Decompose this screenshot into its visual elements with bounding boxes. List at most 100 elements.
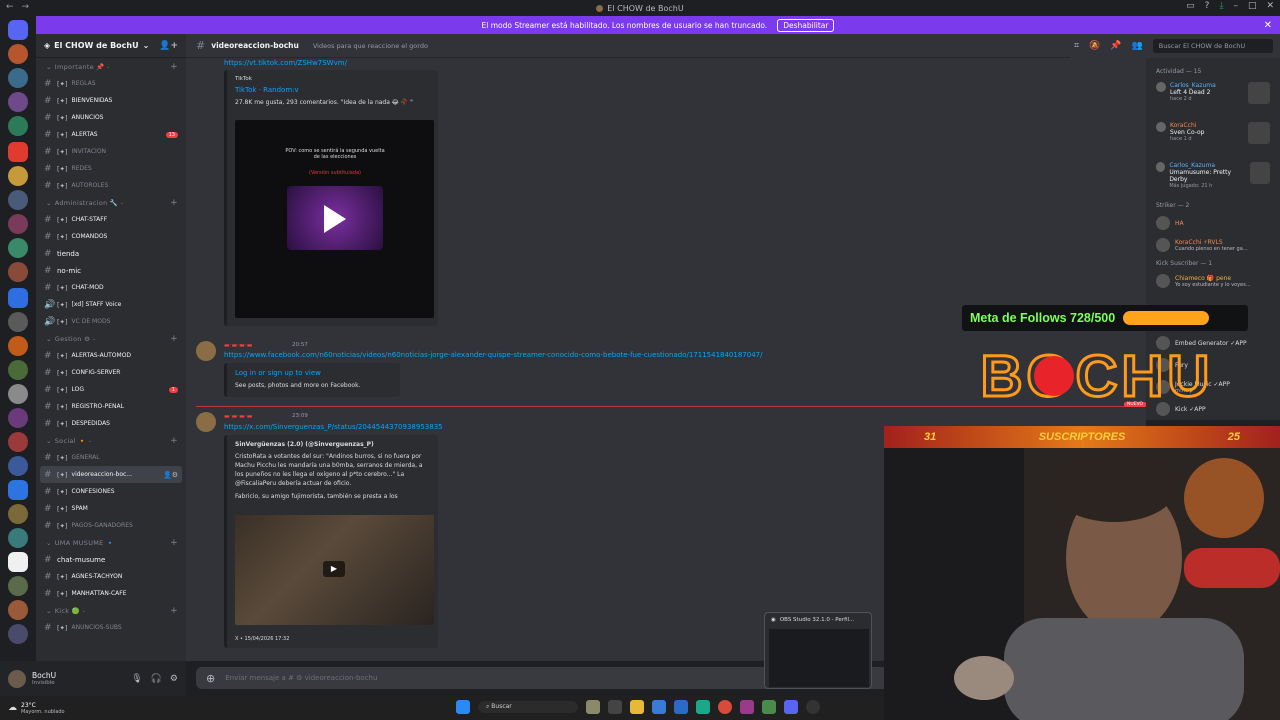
server-icon[interactable] bbox=[8, 116, 28, 136]
channel-item[interactable]: # [✦] AGNES-TACHYON bbox=[36, 568, 186, 585]
download-icon[interactable]: ⤓ bbox=[1219, 1, 1223, 11]
windows-start-icon[interactable] bbox=[456, 700, 470, 714]
server-icon[interactable] bbox=[8, 456, 28, 476]
help-icon[interactable]: ? bbox=[1205, 1, 1210, 11]
server-icon[interactable] bbox=[8, 480, 28, 500]
server-icon[interactable] bbox=[8, 238, 28, 258]
discord-home-icon[interactable] bbox=[8, 20, 28, 40]
app-icon[interactable] bbox=[762, 700, 776, 714]
store-icon[interactable] bbox=[652, 700, 666, 714]
server-icon[interactable] bbox=[8, 528, 28, 548]
server-icon[interactable] bbox=[8, 166, 28, 186]
member-list-icon[interactable]: 👥 bbox=[1132, 41, 1143, 51]
channel-category[interactable]: ⌄ UMA MUSUME 🔹 + bbox=[36, 534, 186, 551]
add-channel-icon[interactable]: + bbox=[170, 538, 178, 548]
inbox-icon[interactable]: ▭ bbox=[1186, 1, 1195, 11]
widgets-icon[interactable] bbox=[586, 700, 600, 714]
channel-item[interactable]: # [✦] MANHATTAN-CAFE bbox=[36, 585, 186, 602]
headphones-icon[interactable]: 🎧 bbox=[151, 674, 162, 684]
server-icon[interactable] bbox=[8, 336, 28, 356]
channel-item[interactable]: # [✦] AUTOROLES bbox=[36, 177, 186, 194]
channel-item[interactable]: # [✦] ALERTAS-AUTOMOD bbox=[36, 347, 186, 364]
avatar[interactable] bbox=[196, 412, 216, 432]
server-icon[interactable] bbox=[8, 624, 28, 644]
channel-item[interactable]: # [✦] LOG 1 bbox=[36, 381, 186, 398]
file-explorer-icon[interactable] bbox=[630, 700, 644, 714]
back-arrow-icon[interactable]: ← bbox=[6, 2, 14, 12]
threads-icon[interactable]: ⌗ bbox=[1074, 41, 1079, 51]
channel-category[interactable]: ⌄ Gestion ⚙ - + bbox=[36, 330, 186, 347]
server-icon[interactable] bbox=[8, 190, 28, 210]
weather-widget[interactable]: ☁ 23°C Mayorm. nublado bbox=[0, 702, 65, 715]
maximize-icon[interactable]: □ bbox=[1248, 1, 1257, 11]
server-icon[interactable] bbox=[8, 92, 28, 112]
embed-title[interactable]: Log in or sign up to view bbox=[235, 369, 392, 377]
channel-category[interactable]: ⌄ Kick 🟢 - + bbox=[36, 602, 186, 619]
server-icon[interactable] bbox=[8, 552, 28, 572]
add-channel-icon[interactable]: + bbox=[170, 334, 178, 344]
server-icon[interactable] bbox=[8, 44, 28, 64]
server-icon[interactable] bbox=[8, 600, 28, 620]
channel-item[interactable]: # tienda bbox=[36, 245, 186, 262]
play-icon[interactable] bbox=[323, 205, 346, 233]
activity-card[interactable]: Carlos_Kazuma Umamusume: Pretty Derby Más … bbox=[1146, 158, 1280, 198]
add-user-icon[interactable]: 👤+ bbox=[159, 41, 178, 51]
chrome-icon[interactable] bbox=[718, 700, 732, 714]
avatar[interactable] bbox=[196, 341, 216, 361]
message-author[interactable]: ▬·▬·▬·▬ bbox=[224, 342, 252, 349]
message-author[interactable]: ▬·▬·▬·▬ bbox=[224, 413, 252, 420]
channel-item[interactable]: # [✦] COMANDOS bbox=[36, 228, 186, 245]
channel-item[interactable]: # [✦] BIENVENIDAS bbox=[36, 92, 186, 109]
server-icon[interactable] bbox=[8, 408, 28, 428]
channel-item[interactable]: # [✦] ALERTAS 13 bbox=[36, 126, 186, 143]
embed-author[interactable]: SinVergüenzas (2.0) (@Sinverguenzas_P) bbox=[235, 441, 430, 448]
channel-item[interactable]: # [✦] DESPEDIDAS bbox=[36, 415, 186, 432]
channel-topic[interactable]: Videos para que reaccione el gordo bbox=[313, 42, 428, 50]
microphone-icon[interactable]: 🎙 bbox=[131, 674, 142, 684]
member-item[interactable]: Chiameco 🎁 pene Yo soy estudiante y lo vo… bbox=[1146, 270, 1280, 292]
minimize-icon[interactable]: – bbox=[1233, 1, 1238, 11]
add-channel-icon[interactable]: + bbox=[170, 606, 178, 616]
channel-item[interactable]: # [✦] ANUNCIOS bbox=[36, 109, 186, 126]
channel-item[interactable]: # [✦] GENERAL bbox=[36, 449, 186, 466]
channel-item[interactable]: # [✦] INVITACION bbox=[36, 143, 186, 160]
server-icon[interactable] bbox=[8, 576, 28, 596]
server-icon[interactable] bbox=[8, 504, 28, 524]
server-icon[interactable] bbox=[8, 288, 28, 308]
channel-item[interactable]: # [✦] CONFIG-SERVER bbox=[36, 364, 186, 381]
channel-item[interactable]: # [✦] videoreaccion-boc... 👤⚙ bbox=[40, 466, 182, 483]
mail-icon[interactable] bbox=[674, 700, 688, 714]
video-play-icon[interactable]: ▶ bbox=[323, 561, 345, 577]
video-thumbnail[interactable]: ▶ bbox=[235, 515, 434, 625]
member-item[interactable]: HA bbox=[1146, 212, 1280, 234]
banner-close-icon[interactable]: ✕ bbox=[1264, 20, 1272, 31]
task-view-icon[interactable] bbox=[608, 700, 622, 714]
channel-item[interactable]: # [✦] CHAT-MOD bbox=[36, 279, 186, 296]
notification-bell-icon[interactable]: 🔕 bbox=[1089, 41, 1100, 51]
pin-icon[interactable]: 📌 bbox=[1110, 41, 1121, 51]
channel-category[interactable]: ⌄ Importante 📌 - + bbox=[36, 58, 186, 75]
settings-gear-icon[interactable]: ⚙ bbox=[170, 674, 178, 684]
message-link[interactable]: https://www.facebook.com/n60noticias/vid… bbox=[224, 351, 762, 359]
channel-item[interactable]: # [✦] REGISTRO-PENAL bbox=[36, 398, 186, 415]
channel-item[interactable]: # chat-musume bbox=[36, 551, 186, 568]
video-thumbnail[interactable]: POV: como se sentirá la segunda vuelta d… bbox=[235, 120, 434, 318]
channel-item[interactable]: # [✦] REDES bbox=[36, 160, 186, 177]
add-channel-icon[interactable]: + bbox=[170, 436, 178, 446]
channel-category[interactable]: ⌄ Social 🔸 - + bbox=[36, 432, 186, 449]
obs-icon[interactable] bbox=[806, 700, 820, 714]
channel-item[interactable]: # [✦] PAGOS-GANADORES bbox=[36, 517, 186, 534]
embed-title[interactable]: TikTok · Random:v bbox=[235, 86, 430, 94]
add-channel-icon[interactable]: + bbox=[170, 62, 178, 72]
channel-item[interactable]: # [✦] CHAT-STAFF bbox=[36, 211, 186, 228]
server-icon[interactable] bbox=[8, 214, 28, 234]
add-attachment-icon[interactable]: ⊕ bbox=[206, 672, 215, 685]
taskbar-search[interactable]: ⌕ Buscar bbox=[478, 701, 578, 713]
add-channel-icon[interactable]: + bbox=[170, 198, 178, 208]
channel-item[interactable]: 🔊 [✦] [xd] STAFF Voice bbox=[36, 296, 186, 313]
message-link[interactable]: https://vt.tiktok.com/ZSHw7SWvm/ bbox=[224, 59, 347, 67]
server-icon[interactable] bbox=[8, 360, 28, 380]
obs-taskbar-preview[interactable]: ◉ OBS Studio 32.1.0 - Perfil... bbox=[764, 612, 872, 689]
search-input[interactable]: Buscar El CHOW de BochU bbox=[1152, 39, 1273, 53]
channel-item[interactable]: # no-mic bbox=[36, 262, 186, 279]
